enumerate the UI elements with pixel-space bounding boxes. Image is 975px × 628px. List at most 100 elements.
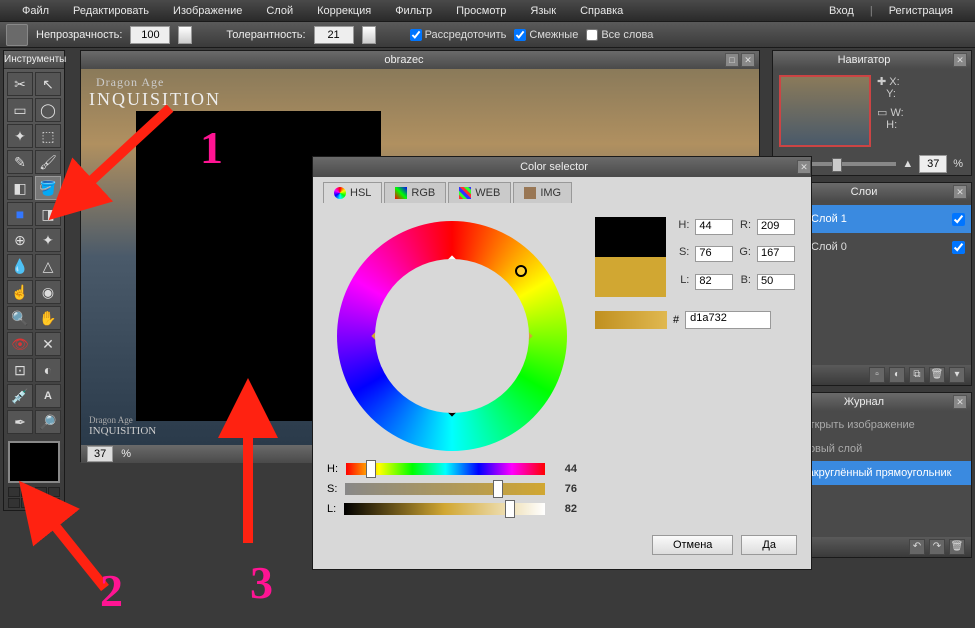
shape-tool[interactable]: ■ — [7, 202, 33, 226]
clone-tool[interactable]: ⊕ — [7, 228, 33, 252]
maximize-button[interactable]: □ — [725, 53, 739, 67]
checkbox-all-words[interactable]: Все слова — [586, 29, 653, 41]
lasso-tool[interactable]: ◯ — [35, 98, 61, 122]
color-wheel[interactable] — [337, 221, 567, 451]
gradient-tool[interactable]: ◨ — [35, 202, 61, 226]
menu-help[interactable]: Справка — [568, 5, 635, 17]
hand-tool[interactable]: ✋ — [35, 306, 61, 330]
layer-name: Слой 0 — [811, 241, 847, 253]
pencil-tool[interactable]: ✎ — [7, 150, 33, 174]
svg-text:3: 3 — [250, 557, 273, 608]
dialog-close-button[interactable]: ✕ — [797, 160, 811, 174]
stamp-tool[interactable]: ✦ — [35, 228, 61, 252]
eyedrop-tool[interactable]: 💉 — [7, 384, 33, 408]
text-tool[interactable]: A — [35, 384, 61, 408]
opacity-input[interactable]: 100 — [130, 26, 170, 44]
g-input[interactable]: 167 — [757, 246, 795, 262]
foreground-color-swatch[interactable] — [8, 441, 60, 483]
layer-visible-checkbox[interactable] — [952, 241, 965, 254]
navigator-close[interactable]: ✕ — [953, 53, 967, 67]
h-input[interactable]: 44 — [695, 219, 733, 235]
marquee-tool[interactable]: ▭ — [7, 98, 33, 122]
tab-web[interactable]: WEB — [448, 182, 511, 203]
move-tool[interactable]: ↖ — [35, 72, 61, 96]
color-swatches[interactable] — [8, 487, 60, 508]
color-triangle[interactable] — [371, 255, 532, 416]
hue-slider[interactable] — [346, 463, 545, 475]
sharpen-tool[interactable]: △ — [35, 254, 61, 278]
r-input[interactable]: 209 — [757, 219, 795, 235]
hex-input[interactable]: d1a732 — [685, 311, 771, 329]
sponge-tool[interactable]: ◉ — [35, 280, 61, 304]
smudge-tool[interactable]: ☝ — [7, 280, 33, 304]
l-input[interactable]: 82 — [695, 274, 733, 290]
layer-mask-button[interactable]: ◐ — [889, 367, 905, 383]
b-input[interactable]: 50 — [757, 274, 795, 290]
hex-swatch — [595, 311, 667, 329]
document-titlebar[interactable]: obrazec □ ✕ — [81, 51, 759, 69]
crop-tool[interactable]: ✂ — [7, 72, 33, 96]
tolerance-input[interactable]: 21 — [314, 26, 354, 44]
layer-new-button[interactable]: ▫ — [869, 367, 885, 383]
layer-del-button[interactable]: 🗑 — [929, 367, 945, 383]
tab-hsl[interactable]: HSL — [323, 182, 382, 203]
redeye-tool[interactable]: 👁 — [7, 332, 33, 356]
tab-rgb[interactable]: RGB — [384, 182, 446, 203]
history-del-button[interactable]: 🗑 — [949, 539, 965, 555]
layer-merge-button[interactable]: ▾ — [949, 367, 965, 383]
color-preview — [595, 217, 666, 297]
burn-tool[interactable]: ◐ — [35, 358, 61, 382]
eraser-tool[interactable]: ◧ — [7, 176, 33, 200]
menu-view[interactable]: Просмотр — [444, 5, 518, 17]
close-button[interactable]: ✕ — [741, 53, 755, 67]
journal-close[interactable]: ✕ — [953, 395, 967, 409]
layer-name: Слой 1 — [811, 213, 847, 225]
menu-correction[interactable]: Коррекция — [305, 5, 383, 17]
blur-tool[interactable]: 💧 — [7, 254, 33, 278]
zoom2-tool[interactable]: 🔎 — [35, 410, 61, 434]
zoom-tool[interactable]: 🔍 — [7, 306, 33, 330]
tab-img[interactable]: IMG — [513, 182, 572, 203]
dialog-titlebar[interactable]: Color selector ✕ — [313, 157, 811, 177]
layers-close[interactable]: ✕ — [953, 185, 967, 199]
navigator-zoom-slider[interactable] — [798, 162, 896, 166]
color-selector-dialog: Color selector ✕ HSL RGB WEB IMG H:44 S:… — [312, 156, 812, 570]
history-redo-button[interactable]: ↷ — [929, 539, 945, 555]
dodge-tool[interactable]: ⊡ — [7, 358, 33, 382]
s-input[interactable]: 76 — [695, 246, 733, 262]
lit-slider[interactable] — [344, 503, 545, 515]
opacity-dropdown[interactable] — [178, 26, 192, 44]
layer-dup-button[interactable]: ⧉ — [909, 367, 925, 383]
menu-image[interactable]: Изображение — [161, 5, 254, 17]
menu-file[interactable]: Файл — [10, 5, 61, 17]
menu-edit[interactable]: Редактировать — [61, 5, 161, 17]
checkbox-contiguous[interactable]: Смежные — [514, 29, 578, 41]
pen-tool[interactable]: ✒ — [7, 410, 33, 434]
bucket-tool[interactable]: 🪣 — [35, 176, 61, 200]
heal-tool[interactable]: ✕ — [35, 332, 61, 356]
wand-tool[interactable]: ✦ — [7, 124, 33, 148]
menu-language[interactable]: Язык — [518, 5, 568, 17]
navigator-title: Навигатор — [777, 54, 951, 66]
checkbox-spread[interactable]: Рассредоточить — [410, 29, 507, 41]
tolerance-dropdown[interactable] — [362, 26, 376, 44]
zoom-in-icon[interactable]: ▲ — [902, 158, 913, 170]
cancel-button[interactable]: Отмена — [652, 535, 733, 555]
lit-value: 82 — [553, 503, 577, 515]
login-link[interactable]: Вход — [817, 5, 866, 17]
select-tool[interactable]: ⬚ — [35, 124, 61, 148]
menu-layer[interactable]: Слой — [254, 5, 305, 17]
navigator-thumbnail[interactable] — [779, 75, 871, 147]
navigator-zoom-input[interactable]: 37 — [919, 155, 947, 173]
history-undo-button[interactable]: ↶ — [909, 539, 925, 555]
hue-cursor[interactable] — [515, 265, 527, 277]
layer-visible-checkbox[interactable] — [952, 213, 965, 226]
menu-filter[interactable]: Фильтр — [383, 5, 444, 17]
ok-button[interactable]: Да — [741, 535, 797, 555]
sat-slider[interactable] — [345, 483, 545, 495]
zoom-value[interactable]: 37 — [87, 446, 113, 462]
register-link[interactable]: Регистрация — [877, 5, 965, 17]
dialog-title: Color selector — [313, 161, 795, 173]
brush-tool[interactable]: 🖌 — [35, 150, 61, 174]
sl-cursor[interactable] — [490, 326, 502, 338]
